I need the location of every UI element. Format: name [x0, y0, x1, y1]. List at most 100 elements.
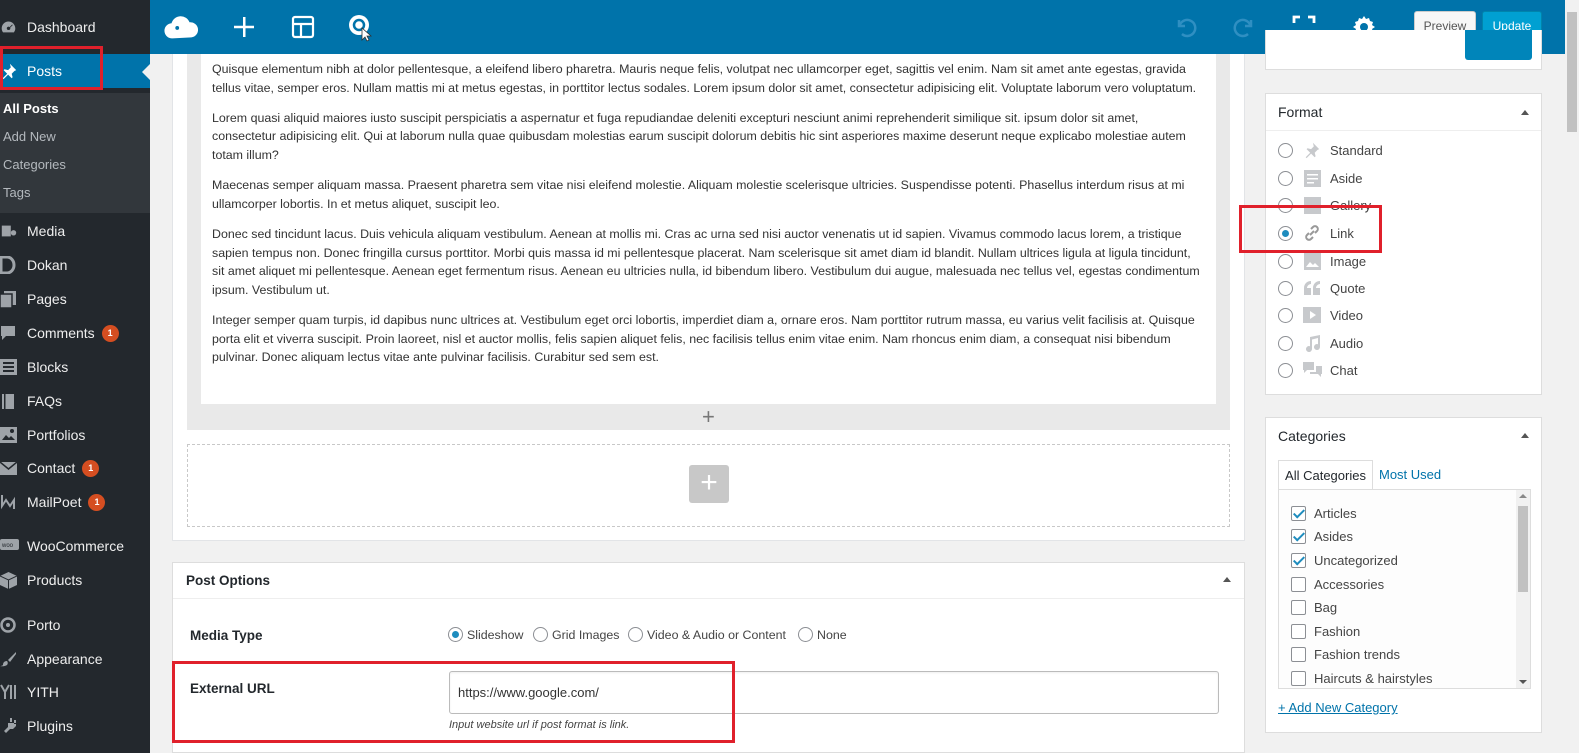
sidebar-item-plugins[interactable]: Plugins [0, 709, 150, 743]
radio-button[interactable] [1278, 225, 1293, 241]
category-item-bag[interactable]: Bag [1291, 600, 1337, 615]
sidebar-item-products[interactable]: Products [0, 563, 150, 597]
media-type-option-none[interactable]: None [798, 627, 847, 642]
sidebar-item-label: Portfolios [27, 427, 86, 443]
category-item-haircuts[interactable]: Haircuts & hairstyles [1291, 671, 1432, 686]
radio-button[interactable] [448, 627, 463, 642]
radio-button[interactable] [798, 627, 813, 642]
paragraph[interactable]: Integer semper quam turpis, id dapibus n… [212, 311, 1205, 367]
layout-icon[interactable] [286, 10, 320, 44]
sidebar-item-posts[interactable]: Posts [0, 54, 150, 88]
paragraph[interactable]: Maecenas semper aliquam massa. Praesent … [212, 176, 1205, 213]
tab-all-categories[interactable]: All Categories [1278, 460, 1373, 490]
add-block-button[interactable]: + [689, 465, 729, 503]
tab-most-used[interactable]: Most Used [1379, 467, 1441, 482]
external-url-help-text: Input website url if post format is link… [449, 719, 630, 731]
sidebar-item-pages[interactable]: Pages [0, 282, 150, 316]
submenu-add-new[interactable]: Add New [3, 129, 56, 144]
sidebar-item-yith[interactable]: YITH [0, 675, 150, 709]
sidebar-item-comments[interactable]: Comments 1 [0, 316, 150, 350]
collapse-arrow-icon[interactable] [1223, 577, 1231, 582]
checkbox[interactable] [1291, 577, 1306, 592]
media-type-option-slideshow[interactable]: Slideshow [448, 627, 523, 642]
sidebar-item-portfolios[interactable]: Portfolios [0, 418, 150, 452]
paragraph[interactable]: Donec sed tincidunt lacus. Duis vehicula… [212, 225, 1205, 299]
format-option-chat[interactable]: Chat [1278, 360, 1357, 380]
checkbox[interactable] [1291, 647, 1306, 662]
external-url-input[interactable] [449, 671, 1219, 714]
sidebar-item-mailpoet[interactable]: MailPoet 1 [0, 485, 150, 519]
sidebar-item-porto[interactable]: Porto [0, 608, 150, 642]
format-option-aside[interactable]: Aside [1278, 168, 1363, 188]
box-icon [0, 570, 22, 590]
svg-text:woo: woo [1, 543, 14, 549]
undo-icon[interactable] [1168, 10, 1202, 44]
submenu-categories[interactable]: Categories [3, 157, 66, 172]
radio-button[interactable] [1278, 362, 1293, 378]
submenu-tags[interactable]: Tags [3, 185, 30, 200]
format-option-link[interactable]: Link [1278, 223, 1354, 243]
post-options-header[interactable]: Post Options [173, 563, 1244, 599]
radio-button[interactable] [628, 627, 643, 642]
link-icon [1302, 224, 1322, 242]
checkbox[interactable] [1291, 529, 1306, 544]
scroll-up-arrow-icon[interactable] [1519, 494, 1527, 498]
navigation-icon[interactable] [344, 10, 378, 44]
paragraph[interactable]: Lorem quasi aliquid maiores iusto suscip… [212, 109, 1205, 165]
paragraph[interactable]: Quisque elementum nibh at dolor pellente… [212, 60, 1205, 97]
sidebar-item-media[interactable]: Media [0, 214, 150, 248]
category-item-asides[interactable]: Asides [1291, 529, 1353, 544]
radio-button[interactable] [1278, 197, 1293, 213]
sidebar-item-dokan[interactable]: Dokan [0, 248, 150, 282]
format-option-quote[interactable]: Quote [1278, 278, 1365, 298]
radio-button[interactable] [1278, 307, 1293, 323]
scrollbar-thumb[interactable] [1567, 12, 1577, 132]
publish-button-edge[interactable] [1465, 30, 1532, 60]
submenu-all-posts[interactable]: All Posts [3, 101, 59, 116]
checkbox[interactable] [1291, 553, 1306, 568]
media-type-option-grid-images[interactable]: Grid Images [533, 627, 619, 642]
scroll-down-arrow-icon[interactable] [1519, 680, 1527, 684]
redo-icon[interactable] [1228, 10, 1262, 44]
sidebar-item-faqs[interactable]: FAQs [0, 384, 150, 418]
radio-button[interactable] [1278, 253, 1293, 269]
radio-button[interactable] [1278, 170, 1293, 186]
sidebar-item-blocks[interactable]: Blocks [0, 350, 150, 384]
format-option-gallery[interactable]: Gallery [1278, 195, 1371, 215]
content-block[interactable]: Quisque elementum nibh at dolor pellente… [201, 54, 1216, 404]
category-item-fashion[interactable]: Fashion [1291, 624, 1360, 639]
add-new-category-link[interactable]: + Add New Category [1278, 700, 1398, 715]
checkbox[interactable] [1291, 624, 1306, 639]
category-item-uncategorized[interactable]: Uncategorized [1291, 553, 1398, 568]
format-option-image[interactable]: Image [1278, 251, 1366, 271]
sidebar-item-label: FAQs [27, 393, 63, 409]
format-option-standard[interactable]: Standard [1278, 140, 1383, 160]
format-label: Image [1330, 253, 1367, 269]
radio-button[interactable] [1278, 280, 1293, 296]
sidebar-item-appearance[interactable]: Appearance [0, 642, 150, 676]
checkbox[interactable] [1291, 600, 1306, 615]
scrollbar-thumb[interactable] [1518, 506, 1528, 592]
radio-button[interactable] [1278, 335, 1293, 351]
inline-insert-plus-icon[interactable]: + [702, 406, 715, 428]
sidebar-item-dashboard[interactable]: Dashboard [0, 10, 150, 44]
categories-scrollbar[interactable] [1516, 490, 1530, 688]
sidebar-item-contact[interactable]: Contact 1 [0, 451, 150, 485]
logo-icon[interactable] [164, 10, 198, 44]
format-option-audio[interactable]: Audio [1278, 333, 1363, 353]
checkbox[interactable] [1291, 506, 1306, 521]
radio-button[interactable] [1278, 142, 1293, 158]
add-block-icon[interactable] [227, 10, 261, 44]
collapse-arrow-icon[interactable] [1521, 433, 1529, 438]
category-item-fashion-trends[interactable]: Fashion trends [1291, 647, 1400, 662]
category-item-accessories[interactable]: Accessories [1291, 577, 1384, 592]
collapse-arrow-icon[interactable] [1521, 110, 1529, 115]
sidebar-item-woocommerce[interactable]: woo WooCommerce [0, 529, 150, 563]
page-scrollbar[interactable] [1565, 0, 1579, 753]
format-option-video[interactable]: Video [1278, 305, 1363, 325]
category-item-articles[interactable]: Articles [1291, 506, 1357, 521]
media-type-option-video-audio[interactable]: Video & Audio or Content [628, 627, 786, 642]
checkbox[interactable] [1291, 671, 1306, 686]
contact-count-badge: 1 [82, 459, 100, 477]
radio-button[interactable] [533, 627, 548, 642]
